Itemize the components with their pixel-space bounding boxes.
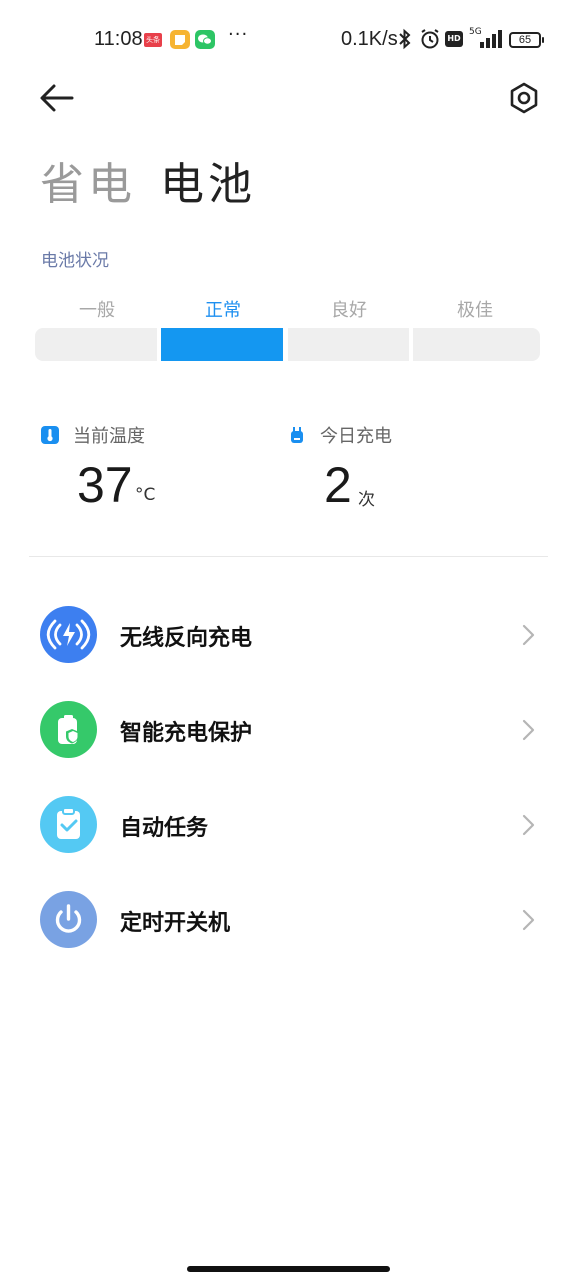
level-segment-excellent <box>413 328 540 361</box>
level-label-good: 良好 <box>331 300 367 321</box>
bluetooth-icon <box>398 28 412 54</box>
level-label-normal: 正常 <box>205 300 241 321</box>
tab-power-saving[interactable]: 省电 <box>40 148 136 212</box>
level-label-fair: 一般 <box>79 300 115 321</box>
tab-battery[interactable]: 电池 <box>160 148 256 212</box>
wireless-charging-icon <box>40 606 97 663</box>
chevron-right-icon <box>520 719 536 741</box>
settings-button[interactable] <box>506 80 542 116</box>
temperature-unit: °C <box>135 485 156 505</box>
battery-shield-icon <box>40 701 97 758</box>
charges-today-unit: 次 <box>358 490 375 510</box>
more-notifications-icon: ··· <box>228 24 249 45</box>
plug-icon <box>288 426 306 444</box>
menu-label-scheduled-power: 定时开关机 <box>120 911 231 936</box>
level-segment-fair <box>35 328 157 361</box>
menu-item-wireless-reverse-charging[interactable]: 无线反向充电 <box>0 587 576 682</box>
hexagon-settings-icon <box>510 82 538 114</box>
menu-item-scheduled-power[interactable]: 定时开关机 <box>0 872 576 967</box>
section-divider <box>29 556 548 557</box>
clipboard-check-icon <box>40 796 97 853</box>
level-segment-good <box>288 328 409 361</box>
network-speed: 0.1K/s <box>341 28 398 50</box>
notes-app-icon <box>170 30 190 49</box>
wechat-app-icon <box>195 30 215 49</box>
level-label-excellent: 极佳 <box>457 300 493 321</box>
menu-label-smart-charging-protection: 智能充电保护 <box>120 721 253 746</box>
thermometer-icon <box>41 426 59 444</box>
chevron-right-icon <box>520 909 536 931</box>
charges-today-value: 2 <box>324 457 352 513</box>
battery-condition-label: 电池状况 <box>41 251 109 271</box>
level-segment-normal <box>161 328 283 361</box>
battery-indicator: 65 <box>509 32 544 48</box>
alarm-icon <box>419 28 441 54</box>
status-bar: 11:08 头条 ··· 0.1K/s HD 5G 65 <box>0 0 576 80</box>
chevron-right-icon <box>520 814 536 836</box>
menu-label-wireless-reverse-charging: 无线反向充电 <box>120 626 253 651</box>
chevron-right-icon <box>520 624 536 646</box>
temperature-value: 37 <box>77 457 133 513</box>
toutiao-app-icon: 头条 <box>144 33 162 47</box>
back-button[interactable] <box>38 80 78 116</box>
network-type-label: 5G <box>469 27 482 37</box>
status-time: 11:08 <box>94 28 143 50</box>
arrow-left-icon <box>40 84 74 112</box>
temperature-label: 当前温度 <box>73 426 145 447</box>
menu-label-auto-tasks: 自动任务 <box>120 816 209 841</box>
menu-item-smart-charging-protection[interactable]: 智能充电保护 <box>0 682 576 777</box>
hd-icon: HD <box>445 31 463 47</box>
charges-today-label: 今日充电 <box>320 426 392 447</box>
home-indicator[interactable] <box>187 1266 390 1272</box>
menu-item-auto-tasks[interactable]: 自动任务 <box>0 777 576 872</box>
power-icon <box>40 891 97 948</box>
